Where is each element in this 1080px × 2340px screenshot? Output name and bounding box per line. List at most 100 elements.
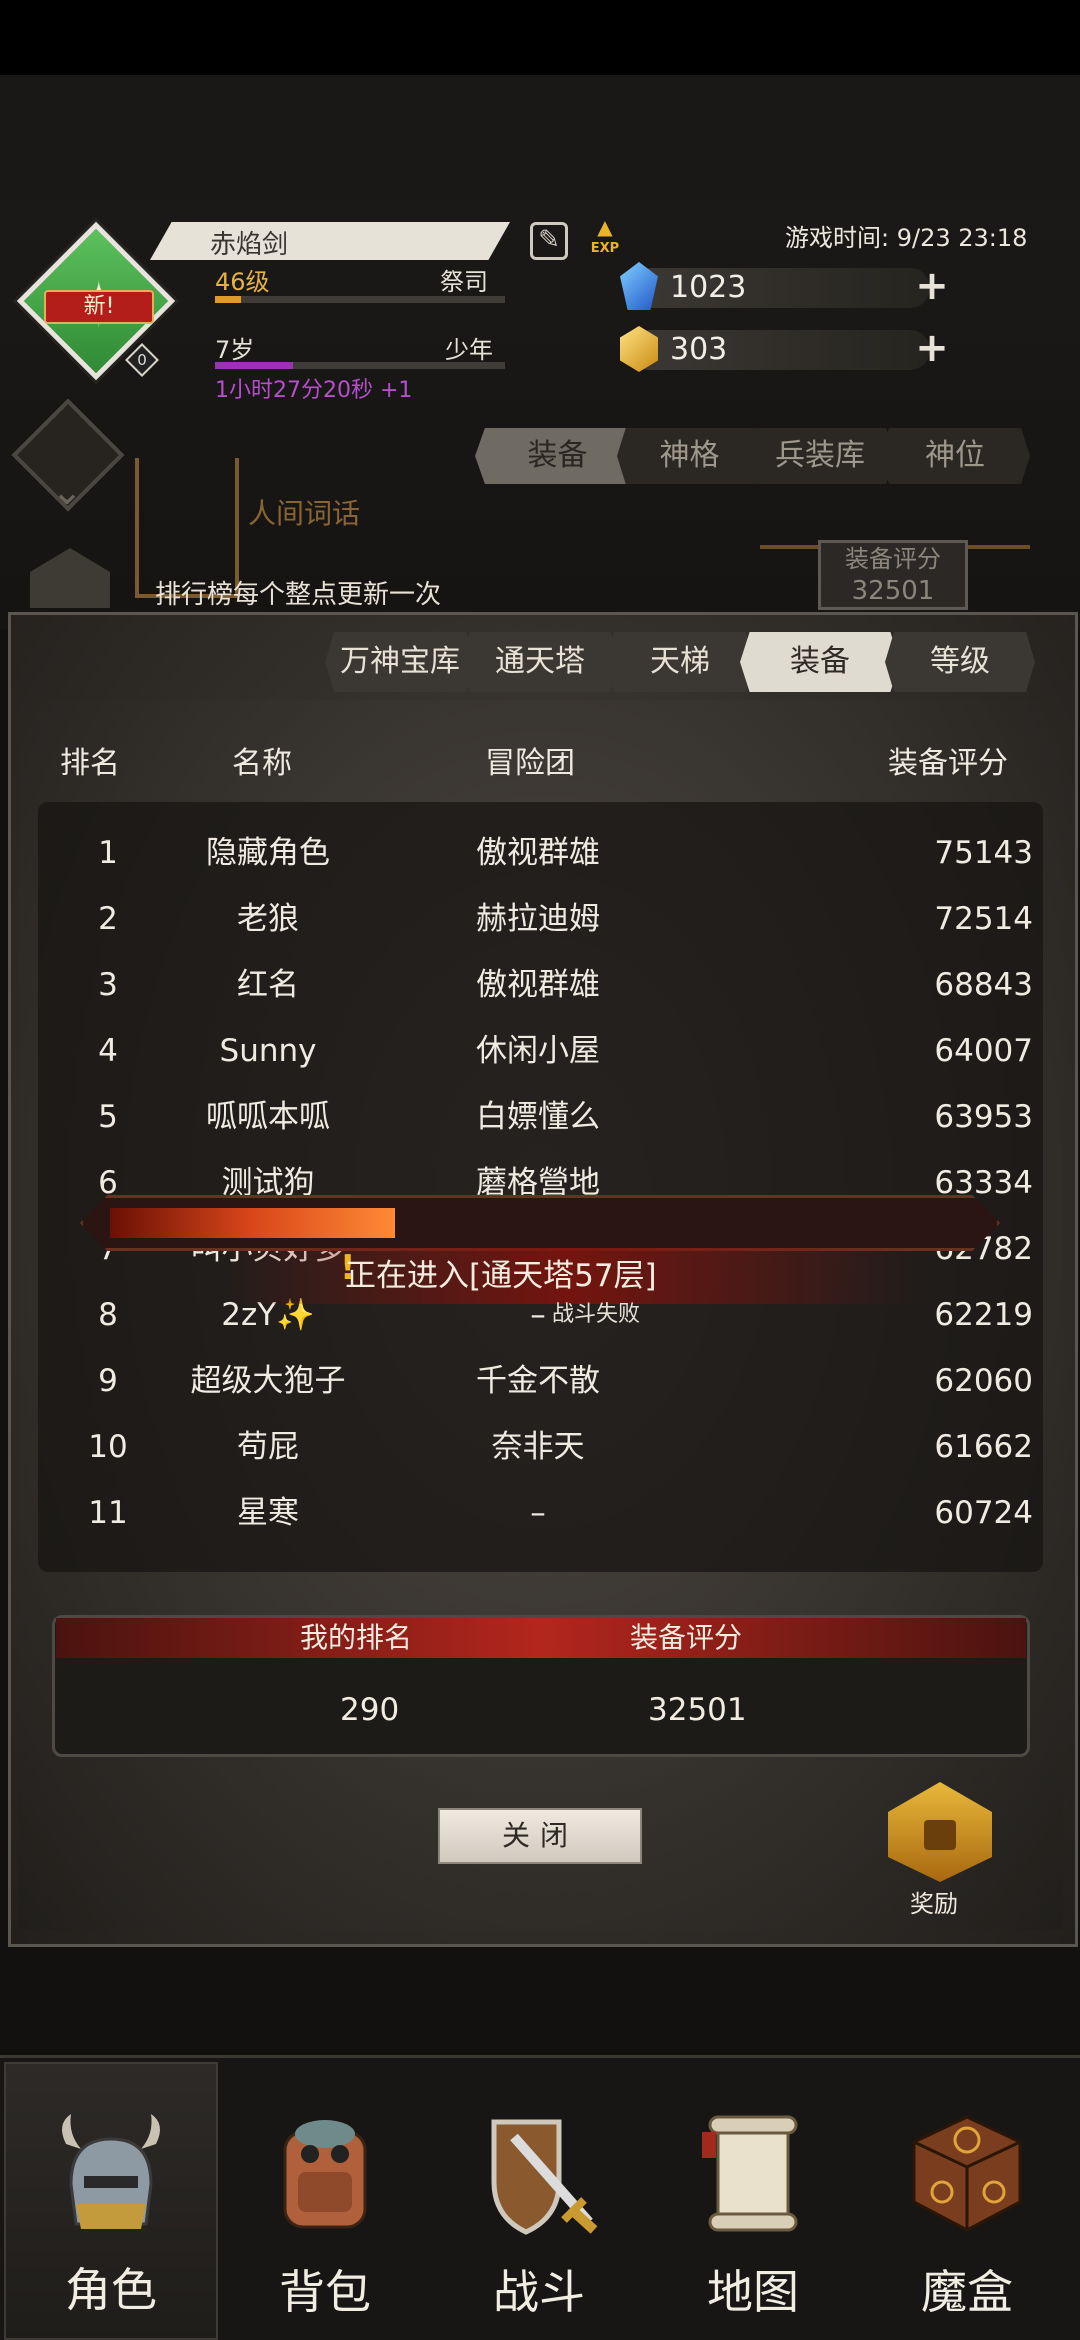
helmet-icon [62, 2114, 160, 2229]
nav-map-label: 地图 [707, 2265, 799, 2319]
player-class: 祭司 [440, 268, 488, 296]
table-row[interactable]: 9 超级大狍子 千金不散 62060 [38, 1348, 1043, 1414]
guild-cell: 千金不散 [476, 1363, 600, 1399]
tab-divinity[interactable]: 神格 [617, 428, 762, 484]
reward-label[interactable]: 奖励 [910, 1884, 958, 1919]
nav-character[interactable]: 角色 [4, 2062, 218, 2340]
guild-cell: 白嫖懂么 [476, 1099, 600, 1135]
magic-box-icon [912, 2115, 1022, 2232]
nav-character-label: 角色 [65, 2263, 157, 2317]
score-cell: 72514 [934, 901, 1033, 937]
table-row[interactable]: 10 苟屁 奈非天 61662 [38, 1414, 1043, 1480]
rank-cell: 10 [88, 1429, 128, 1465]
nav-map[interactable]: 地图 [646, 2062, 860, 2340]
name-cell: 星寒 [237, 1495, 299, 1531]
exp-icon[interactable]: ▲ EXP [588, 217, 622, 258]
close-button[interactable]: 关闭 [438, 1808, 642, 1864]
battle-fail-text: 战斗失败 [552, 1302, 641, 1327]
rank-cell: 4 [98, 1033, 118, 1069]
chest-lock-icon [924, 1820, 956, 1850]
rank-cell: 1 [98, 835, 118, 871]
name-cell: 超级大狍子 [190, 1363, 346, 1399]
player-age-stage: 少年 [445, 336, 493, 364]
age-bar-fill [215, 362, 294, 369]
nav-backpack[interactable]: 背包 [218, 2062, 432, 2340]
guild-cell: 傲视群雄 [476, 835, 600, 871]
table-row[interactable]: 1 隐藏角色 傲视群雄 75143 [38, 820, 1043, 886]
tab-ladder[interactable]: 天梯 [605, 632, 755, 692]
nav-magic-box[interactable]: 魔盒 [860, 2062, 1074, 2340]
backpack-icon [283, 2120, 367, 2229]
chevron-down-icon[interactable]: ⌄ [32, 472, 102, 510]
ranking-notice: 排行榜每个整点更新一次 [155, 580, 442, 610]
guild-cell: 赫拉迪姆 [476, 901, 600, 937]
tab-armory[interactable]: 兵装库 [745, 428, 895, 484]
rank-cell: 2 [98, 901, 118, 937]
gold-gem-count: 303 [670, 332, 728, 367]
blue-gem-count: 1023 [670, 270, 747, 305]
name-cell: 苟屁 [237, 1429, 299, 1465]
player-level: 46级 [215, 268, 270, 296]
add-gold-gem-button[interactable]: + [915, 328, 949, 368]
tab-equipment[interactable]: 装备 [475, 428, 640, 484]
nav-battle-label: 战斗 [493, 2265, 585, 2319]
sword-shield-icon [491, 2119, 598, 2235]
name-cell: Sunny [219, 1033, 317, 1069]
equip-score-panel: 装备评分 32501 [818, 540, 968, 610]
rank-cell: 9 [98, 1363, 118, 1399]
rank-cell: 8 [98, 1297, 118, 1333]
tab-level-rank[interactable]: 等级 [885, 632, 1035, 692]
header-name: 名称 [232, 746, 292, 781]
score-cell: 75143 [934, 835, 1033, 871]
equipment-menu-tabs: 装备 神格 兵装库 神位 [475, 428, 1040, 488]
table-row[interactable]: 4 Sunny 休闲小屋 64007 [38, 1018, 1043, 1084]
equip-score-label: 装备评分 [845, 545, 941, 573]
header-score: 装备评分 [888, 746, 1008, 781]
my-rank-label: 我的排名 [300, 1621, 413, 1654]
game-time: 游戏时间: 9/23 23:18 [785, 224, 1028, 252]
table-row[interactable]: 3 红名 傲视群雄 68843 [38, 952, 1043, 1018]
my-score-label: 装备评分 [630, 1621, 743, 1654]
score-cell: 64007 [934, 1033, 1033, 1069]
level-bar-track [215, 296, 505, 303]
world-title: 人间词话 [248, 497, 361, 530]
tab-sky-tower[interactable]: 通天塔 [460, 632, 620, 692]
table-row[interactable]: 2 老狼 赫拉迪姆 72514 [38, 886, 1043, 952]
my-rank-header [56, 1618, 1026, 1658]
equip-score-value: 32501 [851, 576, 935, 606]
header-rank: 排名 [60, 746, 120, 781]
guild-cell: 奈非天 [491, 1429, 585, 1465]
name-cell: 老狼 [237, 901, 299, 937]
tab-pantheon-vault[interactable]: 万神宝库 [325, 632, 475, 692]
table-row[interactable]: 11 星寒 – 60724 [38, 1480, 1043, 1546]
score-cell: 62060 [934, 1363, 1033, 1399]
new-badge: 新! [44, 290, 154, 324]
rank-cell: 5 [98, 1099, 118, 1135]
tab-equipment-rank[interactable]: 装备 [740, 632, 900, 692]
ranking-tabs: 万神宝库 通天塔 天梯 装备 等级 [325, 632, 1045, 694]
exp-label: EXP [590, 241, 620, 256]
name-cell: 隐藏角色 [206, 835, 330, 871]
rank-cell: 11 [88, 1495, 128, 1531]
name-cell: 红名 [237, 967, 299, 1003]
table-row[interactable]: 5 呱呱本呱 白嫖懂么 63953 [38, 1084, 1043, 1150]
scroll-map-icon [702, 2115, 798, 2232]
edit-name-button[interactable]: ✎ [530, 222, 568, 260]
status-bar [0, 0, 1080, 75]
top-strip [0, 75, 1080, 200]
my-rank-value: 290 [340, 1692, 400, 1728]
nav-battle[interactable]: 战斗 [432, 2062, 646, 2340]
guild-cell: – [530, 1495, 546, 1531]
score-cell: 63953 [934, 1099, 1033, 1135]
loading-bar-fill [110, 1208, 396, 1238]
score-cell: 61662 [934, 1429, 1033, 1465]
player-name: 赤焰剑 [210, 230, 289, 260]
add-blue-gem-button[interactable]: + [915, 266, 949, 306]
player-age: 7岁 [215, 336, 255, 364]
loading-text: 正在进入[通天塔57层] [345, 1258, 657, 1294]
avatar-level-num: 0 [137, 351, 147, 369]
my-score-value: 32501 [648, 1692, 747, 1728]
nav-backpack-label: 背包 [279, 2265, 371, 2319]
nav-magic-box-label: 魔盒 [921, 2265, 1013, 2319]
tab-god-seat[interactable]: 神位 [880, 428, 1030, 484]
